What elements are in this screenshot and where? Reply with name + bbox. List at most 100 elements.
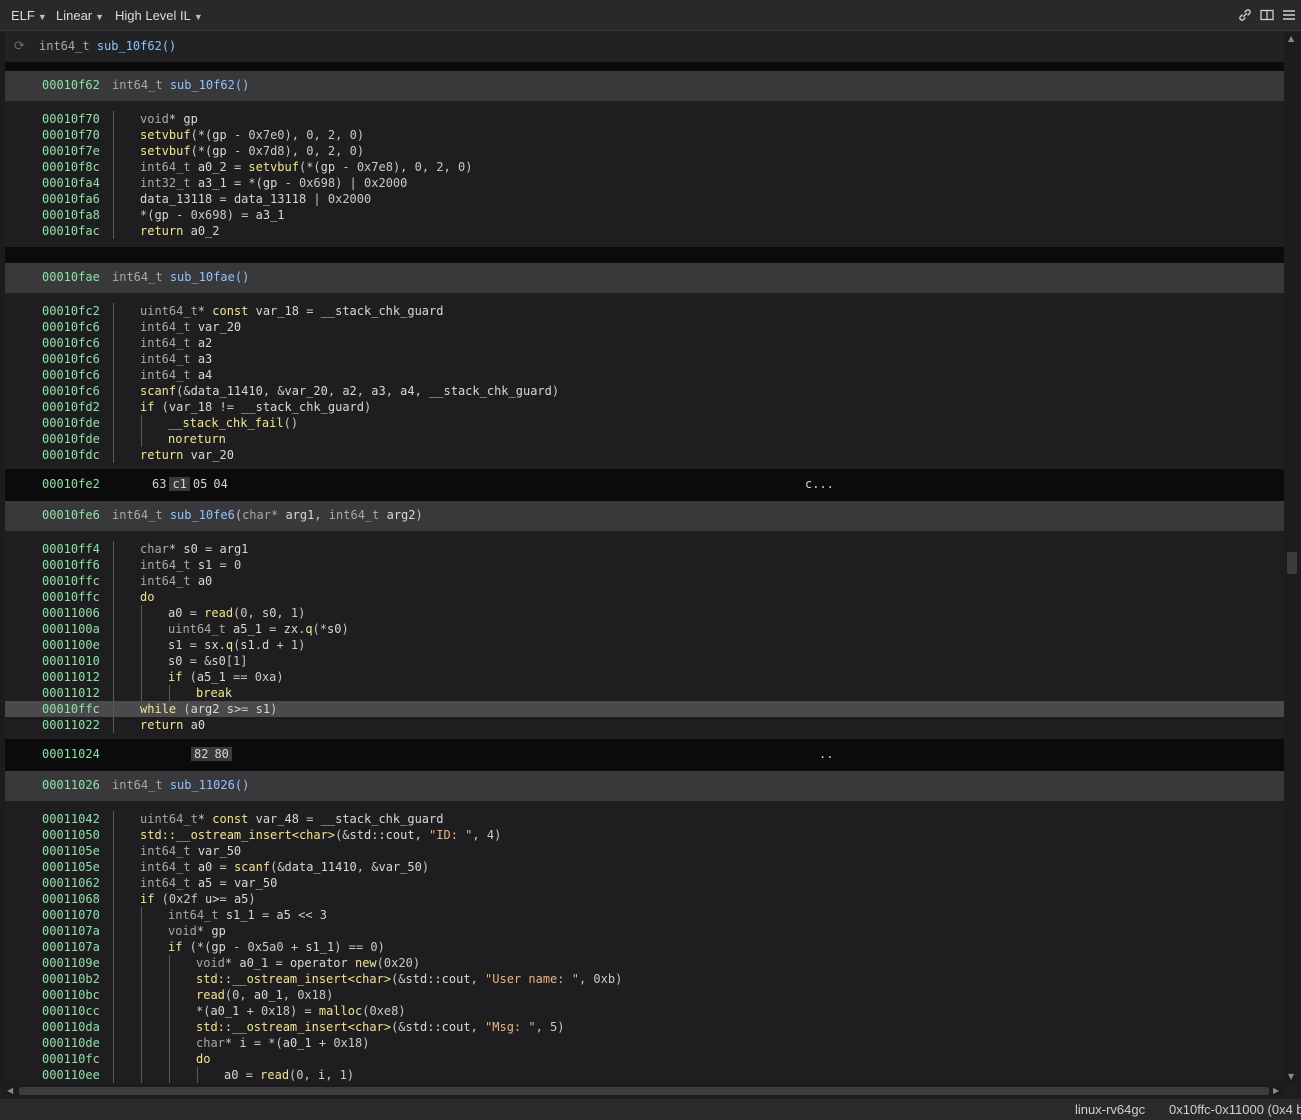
line-code[interactable]: int64_t a5 = var_50 <box>140 875 277 891</box>
status-architecture[interactable]: linux-rv64gc <box>1075 1102 1145 1117</box>
function-name[interactable]: sub_10f62 <box>170 78 235 92</box>
code-line[interactable]: 00010f70 setvbuf(*(gp - 0x7e0), 0, 2, 0) <box>5 127 1284 143</box>
code-line[interactable]: 00010fc2 uint64_t* const var_18 = __stack… <box>5 303 1284 319</box>
line-address[interactable]: 00010fde <box>42 431 100 447</box>
line-address[interactable]: 00010fde <box>42 415 100 431</box>
code-line[interactable]: 00010fd2 if (var_18 != __stack_chk_guard) <box>5 399 1284 415</box>
code-line[interactable]: 0001105e int64_t a0 = scanf(&data_11410, … <box>5 859 1284 875</box>
line-code[interactable]: return a0_2 <box>140 223 220 239</box>
line-address[interactable]: 000110b2 <box>42 971 100 987</box>
line-code[interactable]: uint64_t* const var_48 = __stack_chk_gua… <box>140 811 443 827</box>
data-row[interactable]: 00010fe2 63 c1 05 04 c... <box>5 469 1284 501</box>
data-address[interactable]: 00011024 <box>42 747 100 761</box>
line-code[interactable]: char* i = *(a0_1 + 0x18) <box>196 1035 369 1051</box>
line-address[interactable]: 00010fc6 <box>42 367 100 383</box>
line-address[interactable]: 00010fa8 <box>42 207 100 223</box>
code-line[interactable]: 00010ffc while (arg2 s>= s1) <box>5 701 1284 717</box>
code-line[interactable]: 000110cc *(a0_1 + 0x18) = malloc(0xe8) <box>5 1003 1284 1019</box>
code-line[interactable]: 0001105e int64_t var_50 <box>5 843 1284 859</box>
horizontal-scrollbar[interactable]: ◀ ▶ <box>5 1084 1284 1098</box>
code-line[interactable]: 00010ff4 char* s0 = arg1 <box>5 541 1284 557</box>
line-code[interactable]: a0 = read(0, s0, 1) <box>168 605 305 621</box>
function-header[interactable]: 00010fae int64_t sub_10fae() <box>5 263 1284 293</box>
scroll-up-arrow-icon[interactable]: ▲ <box>1288 34 1294 43</box>
line-code[interactable]: uint64_t a5_1 = zx.q(*s0) <box>168 621 349 637</box>
data-row[interactable]: 00011024 82 80.. <box>5 739 1284 771</box>
function-name[interactable]: sub_11026 <box>170 778 235 792</box>
line-address[interactable]: 0001109e <box>42 955 100 971</box>
scroll-down-arrow-icon[interactable]: ▼ <box>1288 1072 1294 1081</box>
code-line[interactable]: 0001107a if (*(gp - 0x5a0 + s1_1) == 0) <box>5 939 1284 955</box>
line-address[interactable]: 0001105e <box>42 843 100 859</box>
line-code[interactable]: std::__ostream_insert<char>(&std::cout, … <box>196 1019 565 1035</box>
line-address[interactable]: 00011068 <box>42 891 100 907</box>
line-address[interactable]: 0001105e <box>42 859 100 875</box>
code-line[interactable]: 000110da std::__ostream_insert<char>(&std… <box>5 1019 1284 1035</box>
code-line[interactable]: 00010f70 void* gp <box>5 111 1284 127</box>
line-address[interactable]: 00010fa4 <box>42 175 100 191</box>
function-header[interactable]: 00011026 int64_t sub_11026() <box>5 771 1284 801</box>
line-address[interactable]: 00010fac <box>42 223 100 239</box>
code-line[interactable]: 0001100e s1 = sx.q(s1.d + 1) <box>5 637 1284 653</box>
line-address[interactable]: 000110da <box>42 1019 100 1035</box>
linear-view[interactable]: ⟳ int64_t sub_10f62() 00010f62 int64_t su… <box>5 32 1284 1084</box>
line-address[interactable]: 00010fc6 <box>42 351 100 367</box>
code-line[interactable]: 00010fc6 int64_t var_20 <box>5 319 1284 335</box>
line-code[interactable]: setvbuf(*(gp - 0x7d8), 0, 2, 0) <box>140 143 364 159</box>
code-line[interactable]: 00011068 if (0x2f u>= a5) <box>5 891 1284 907</box>
code-line[interactable]: 00010fa8 *(gp - 0x698) = a3_1 <box>5 207 1284 223</box>
line-code[interactable]: do <box>196 1051 210 1067</box>
line-address[interactable]: 00010fd2 <box>42 399 100 415</box>
line-code[interactable]: void* gp <box>140 111 198 127</box>
line-code[interactable]: int32_t a3_1 = *(gp - 0x698) | 0x2000 <box>140 175 407 191</box>
line-code[interactable]: return a0 <box>140 717 205 733</box>
line-code[interactable]: int64_t a0 <box>140 573 212 589</box>
code-line[interactable]: 00011050 std::__ostream_insert<char>(&std… <box>5 827 1284 843</box>
function-address[interactable]: 00010fae <box>42 270 100 284</box>
line-address[interactable]: 00011012 <box>42 685 100 701</box>
line-address[interactable]: 00010f70 <box>42 127 100 143</box>
refresh-icon[interactable]: ⟳ <box>14 39 25 54</box>
line-code[interactable]: int64_t s1_1 = a5 << 3 <box>168 907 327 923</box>
code-line[interactable]: 0001100a uint64_t a5_1 = zx.q(*s0) <box>5 621 1284 637</box>
function-name[interactable]: sub_10fe6 <box>170 508 235 522</box>
ascii-bytes[interactable]: .. <box>819 747 833 761</box>
line-code[interactable]: char* s0 = arg1 <box>140 541 248 557</box>
code-line[interactable]: 000110fc do <box>5 1051 1284 1067</box>
line-address[interactable]: 00011006 <box>42 605 100 621</box>
line-address[interactable]: 0001107a <box>42 939 100 955</box>
hex-byte[interactable]: 80 <box>211 747 232 761</box>
code-line[interactable]: 00010fa4 int32_t a3_1 = *(gp - 0x698) | 0… <box>5 175 1284 191</box>
line-code[interactable]: int64_t a4 <box>140 367 212 383</box>
il-level-dropdown[interactable]: High Level IL ▼ <box>115 8 203 23</box>
ascii-bytes[interactable]: c... <box>805 477 834 491</box>
function-header[interactable]: 00010fe6 int64_t sub_10fe6(char* arg1, in… <box>5 501 1284 531</box>
code-line[interactable]: 00011022 return a0 <box>5 717 1284 733</box>
line-address[interactable]: 000110ee <box>42 1067 100 1083</box>
line-address[interactable]: 000110fc <box>42 1051 100 1067</box>
code-line[interactable]: 00011006 a0 = read(0, s0, 1) <box>5 605 1284 621</box>
code-line[interactable]: 000110b2 std::__ostream_insert<char>(&std… <box>5 971 1284 987</box>
code-line[interactable]: 00010fc6 scanf(&data_11410, &var_20, a2, … <box>5 383 1284 399</box>
line-code[interactable]: a0 = read(0, i, 1) <box>224 1067 354 1083</box>
line-address[interactable]: 00010ffc <box>42 573 100 589</box>
vertical-scroll-thumb[interactable] <box>1287 552 1297 574</box>
line-code[interactable]: *(a0_1 + 0x18) = malloc(0xe8) <box>196 1003 406 1019</box>
code-line[interactable]: 00010ffc do <box>5 589 1284 605</box>
line-address[interactable]: 00010ffc <box>42 701 100 717</box>
code-line[interactable]: 00010f7e setvbuf(*(gp - 0x7d8), 0, 2, 0) <box>5 143 1284 159</box>
line-address[interactable]: 00010fc2 <box>42 303 100 319</box>
hex-bytes[interactable]: 63 c1 05 04 <box>149 477 231 491</box>
line-address[interactable]: 00011042 <box>42 811 100 827</box>
function-signature[interactable]: int64_t sub_11026() <box>112 778 249 792</box>
line-address[interactable]: 00010f70 <box>42 111 100 127</box>
line-address[interactable]: 00010fa6 <box>42 191 100 207</box>
view-type-dropdown[interactable]: Linear ▼ <box>56 8 104 23</box>
line-address[interactable]: 00010f7e <box>42 143 100 159</box>
line-address[interactable]: 0001107a <box>42 923 100 939</box>
function-name[interactable]: sub_10fae <box>170 270 235 284</box>
line-address[interactable]: 00010ff4 <box>42 541 100 557</box>
code-line[interactable]: 00010fac return a0_2 <box>5 223 1284 239</box>
code-line[interactable]: 00010fc6 int64_t a4 <box>5 367 1284 383</box>
line-code[interactable]: s1 = sx.q(s1.d + 1) <box>168 637 305 653</box>
